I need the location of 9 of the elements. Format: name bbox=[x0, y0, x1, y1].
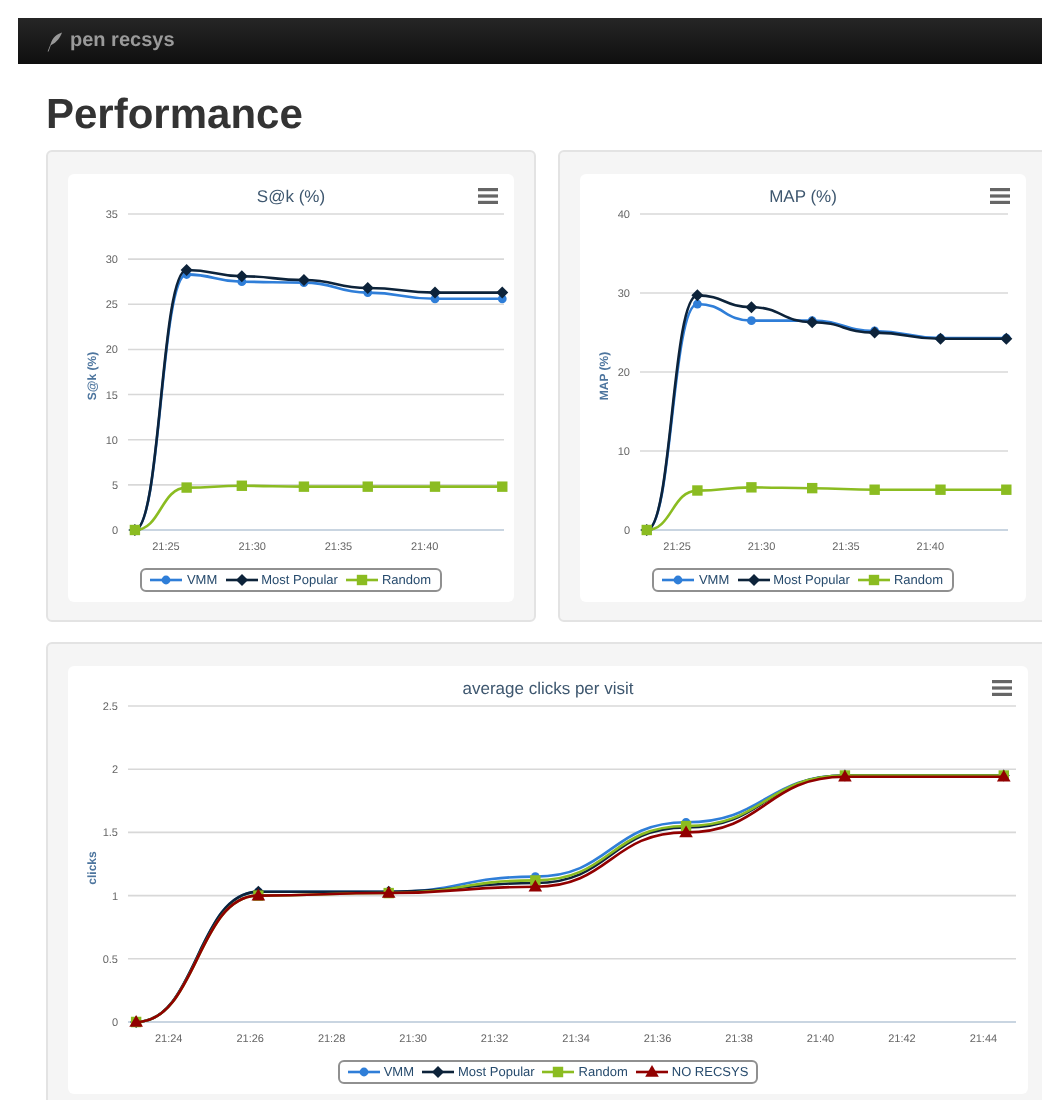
chart-title: average clicks per visit bbox=[462, 676, 634, 702]
feather-icon bbox=[46, 31, 62, 51]
menu-icon[interactable] bbox=[478, 188, 498, 204]
chart-title: MAP (%) bbox=[769, 184, 837, 210]
chart-title: S@k (%) bbox=[256, 184, 326, 210]
page-title: Performance bbox=[46, 90, 305, 142]
menu-icon[interactable] bbox=[990, 188, 1010, 204]
brand-link[interactable]: pen recsys bbox=[70, 30, 175, 52]
menu-icon[interactable] bbox=[992, 680, 1012, 696]
